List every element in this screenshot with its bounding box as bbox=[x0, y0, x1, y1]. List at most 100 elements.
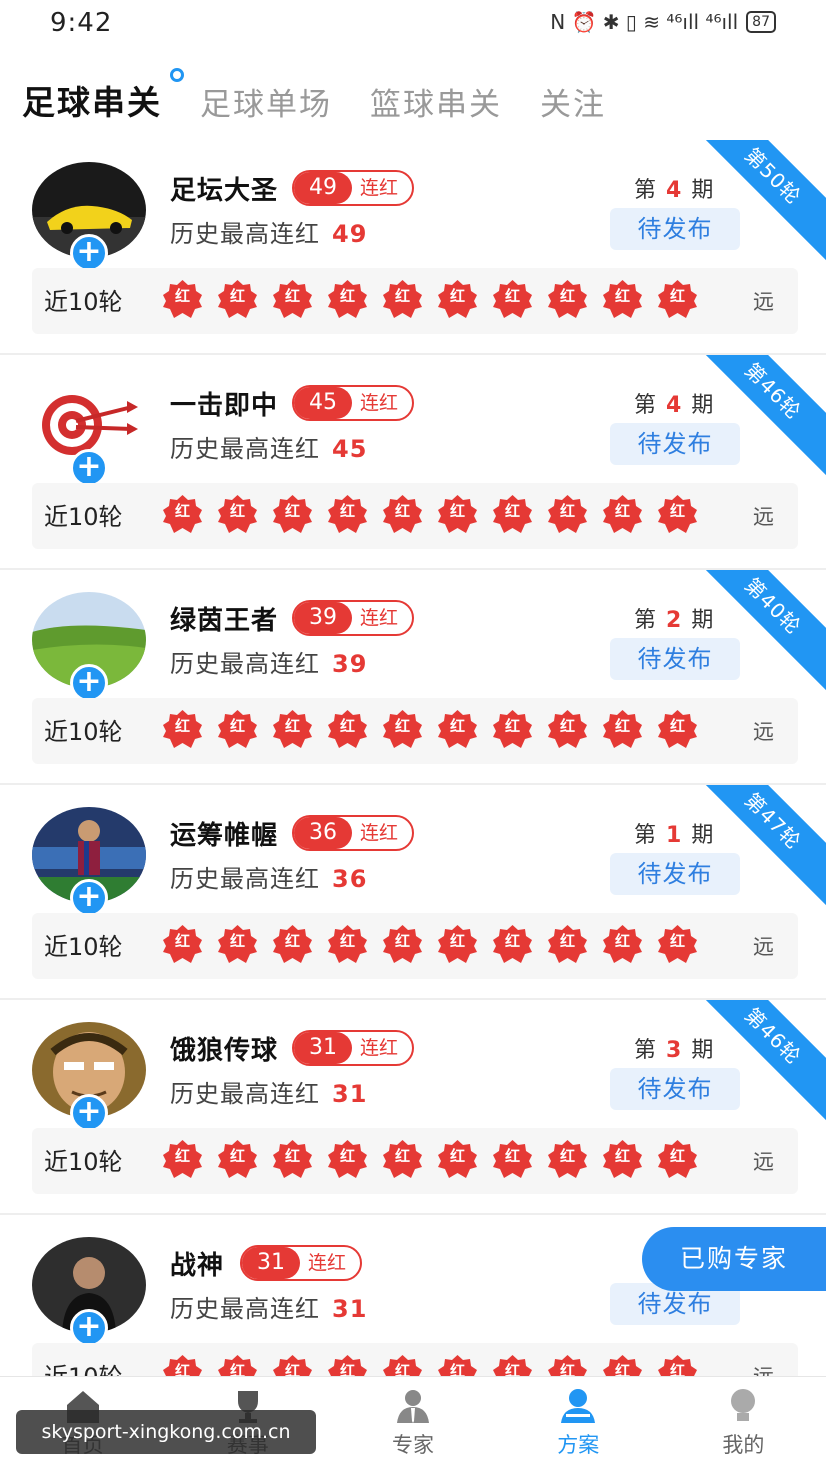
red-win-mark-icon: 红 bbox=[547, 280, 588, 320]
pending-button[interactable]: 待发布 bbox=[610, 1068, 740, 1110]
mark-text: 红 bbox=[449, 287, 465, 305]
red-win-mark-icon: 红 bbox=[437, 710, 478, 750]
pending-button[interactable]: 待发布 bbox=[610, 423, 740, 465]
red-win-mark-icon: 红 bbox=[272, 710, 313, 750]
red-win-mark-icon: 红 bbox=[492, 1355, 533, 1376]
expert-name: 饿狼传球 bbox=[170, 1036, 279, 1066]
follow-plus-icon[interactable]: + bbox=[70, 449, 108, 487]
streak-badge: 49 连红 bbox=[292, 170, 415, 206]
mark-text: 红 bbox=[669, 287, 685, 305]
mark-text: 红 bbox=[559, 1362, 575, 1376]
red-win-mark-icon: 红 bbox=[492, 495, 533, 535]
tab-football-single[interactable]: 足球单场 bbox=[200, 79, 332, 124]
streak-count: 31 bbox=[294, 1032, 352, 1064]
mark-text: 红 bbox=[394, 717, 410, 735]
follow-plus-icon[interactable]: + bbox=[70, 234, 108, 272]
expert-card[interactable]: + 一击即中 45 连红 历史最高连红 45 第4期 待发布 第46轮 近10轮 红… bbox=[0, 355, 826, 570]
period-suffix: 期 bbox=[691, 1038, 714, 1063]
nav-item-plan[interactable]: 方案 bbox=[496, 1377, 661, 1469]
mark-text: 红 bbox=[339, 1147, 355, 1165]
red-win-mark-icon: 红 bbox=[547, 710, 588, 750]
mark-text: 红 bbox=[504, 287, 520, 305]
red-win-mark-icon: 红 bbox=[217, 280, 258, 320]
rounds-more-label: 远 bbox=[753, 1361, 774, 1376]
tab-label: 足球串关 bbox=[22, 83, 162, 122]
mark-text: 红 bbox=[614, 932, 630, 950]
history-label: 历史最高连红 bbox=[170, 435, 320, 463]
red-win-mark-icon: 红 bbox=[382, 925, 423, 965]
mark-text: 红 bbox=[449, 717, 465, 735]
mark-text: 红 bbox=[284, 287, 300, 305]
tab-football-parlay[interactable]: 足球串关 bbox=[22, 68, 184, 124]
mark-text: 红 bbox=[614, 287, 630, 305]
streak-badge: 36 连红 bbox=[292, 815, 415, 851]
mark-text: 红 bbox=[504, 717, 520, 735]
mark-text: 红 bbox=[284, 1147, 300, 1165]
recent-rounds-label: 近10轮 bbox=[44, 503, 123, 531]
history-max: 历史最高连红 31 bbox=[170, 1289, 367, 1324]
period-prefix: 第 bbox=[634, 823, 657, 848]
recent-rounds-label: 近10轮 bbox=[44, 288, 123, 316]
expert-card[interactable]: + 运筹帷幄 36 连红 历史最高连红 36 第1期 待发布 第47轮 近10轮 红… bbox=[0, 785, 826, 1000]
expert-card[interactable]: + 足坛大圣 49 连红 历史最高连红 49 第4期 待发布 第50轮 近10轮 红… bbox=[0, 140, 826, 355]
history-label: 历史最高连红 bbox=[170, 1080, 320, 1108]
red-win-mark-icon: 红 bbox=[327, 280, 368, 320]
period-number: 3 bbox=[666, 1038, 682, 1063]
red-win-mark-icon: 红 bbox=[602, 1355, 643, 1376]
period-number: 2 bbox=[666, 608, 682, 633]
tab-basketball-parlay[interactable]: 篮球串关 bbox=[370, 79, 502, 124]
history-max: 历史最高连红 49 bbox=[170, 214, 367, 249]
mark-text: 红 bbox=[229, 932, 245, 950]
purchased-experts-button[interactable]: 已购专家 bbox=[642, 1227, 826, 1291]
history-label: 历史最高连红 bbox=[170, 650, 320, 678]
expert-name: 一击即中 bbox=[170, 391, 279, 421]
mark-text: 红 bbox=[394, 502, 410, 520]
red-win-mark-icon: 红 bbox=[657, 1140, 698, 1180]
follow-plus-icon[interactable]: + bbox=[70, 1094, 108, 1132]
mark-text: 红 bbox=[504, 502, 520, 520]
expert-list: + 足坛大圣 49 连红 历史最高连红 49 第4期 待发布 第50轮 近10轮 红… bbox=[0, 140, 826, 1376]
mark-text: 红 bbox=[174, 287, 190, 305]
mark-text: 红 bbox=[614, 502, 630, 520]
expert-card[interactable]: + 饿狼传球 31 连红 历史最高连红 31 第3期 待发布 第46轮 近10轮 红… bbox=[0, 1000, 826, 1215]
pending-button[interactable]: 待发布 bbox=[610, 638, 740, 680]
mark-text: 红 bbox=[504, 932, 520, 950]
rounds-more-label: 远 bbox=[753, 1150, 774, 1174]
mark-text: 红 bbox=[339, 287, 355, 305]
nav-label: 专家 bbox=[392, 1433, 434, 1457]
tab-follow[interactable]: 关注 bbox=[540, 79, 606, 124]
streak-count: 36 bbox=[294, 817, 352, 849]
period-info: 第4期 bbox=[634, 172, 713, 204]
nav-item-profile[interactable]: 我的 bbox=[661, 1377, 826, 1469]
mark-text: 红 bbox=[669, 717, 685, 735]
mark-text: 红 bbox=[614, 1362, 630, 1376]
mark-text: 红 bbox=[669, 1147, 685, 1165]
battery-icon: 87 bbox=[746, 11, 776, 33]
mark-text: 红 bbox=[559, 932, 575, 950]
nav-item-expert[interactable]: 专家 bbox=[330, 1377, 495, 1469]
expert-avatar-wrap: + bbox=[32, 592, 146, 702]
expert-avatar-wrap: + bbox=[32, 807, 146, 917]
period-info: 第3期 bbox=[634, 1032, 713, 1064]
streak-count: 45 bbox=[294, 387, 352, 419]
rounds-more-label: 远 bbox=[753, 290, 774, 314]
expert-card[interactable]: + 绿茵王者 39 连红 历史最高连红 39 第2期 待发布 第40轮 近10轮 红… bbox=[0, 570, 826, 785]
red-win-mark-icon: 红 bbox=[217, 495, 258, 535]
streak-label: 连红 bbox=[360, 1037, 399, 1059]
red-win-mark-icon: 红 bbox=[382, 710, 423, 750]
expert-avatar-wrap: + bbox=[32, 1022, 146, 1132]
period-suffix: 期 bbox=[691, 393, 714, 418]
history-label: 历史最高连红 bbox=[170, 220, 320, 248]
red-win-mark-icon: 红 bbox=[217, 1140, 258, 1180]
red-win-mark-icon: 红 bbox=[162, 1355, 203, 1376]
follow-plus-icon[interactable]: + bbox=[70, 664, 108, 702]
plan-icon bbox=[558, 1387, 598, 1425]
recent-rounds-row: 近10轮 红 红 红 红 红 红 红 红 红 红 远 bbox=[32, 268, 798, 334]
expert-name: 足坛大圣 bbox=[170, 176, 279, 206]
pending-button[interactable]: 待发布 bbox=[610, 853, 740, 895]
expert-avatar-wrap: + bbox=[32, 377, 146, 487]
follow-plus-icon[interactable]: + bbox=[70, 879, 108, 917]
red-win-mark-icon: 红 bbox=[602, 925, 643, 965]
pending-button[interactable]: 待发布 bbox=[610, 208, 740, 250]
follow-plus-icon[interactable]: + bbox=[70, 1309, 108, 1347]
